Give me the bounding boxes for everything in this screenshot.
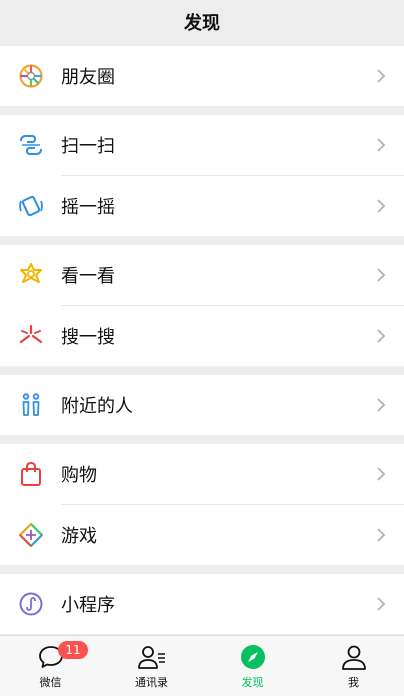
- tab-label: 微信: [39, 676, 62, 689]
- tab-label: 通讯录: [135, 676, 168, 689]
- menu-item-label: 小程序: [61, 595, 115, 616]
- menu-item-label: 附近的人: [61, 396, 133, 417]
- tab-bar: 微信 11 通讯录 发现 我: [0, 635, 404, 696]
- tab-label: 我: [348, 676, 359, 689]
- group-shopping-games: 购物 游戏: [0, 444, 404, 565]
- menu-item-scan[interactable]: 扫一扫: [0, 115, 404, 175]
- tab-discover[interactable]: 发现: [202, 636, 303, 696]
- menu-item-games[interactable]: 游戏: [0, 505, 404, 565]
- group-scan-shake: 扫一扫 摇一摇: [0, 115, 404, 236]
- contacts-icon: [137, 642, 167, 672]
- menu-item-label: 朋友圈: [61, 67, 115, 88]
- menu-item-label: 搜一搜: [61, 327, 115, 348]
- mini-programs-icon: [18, 591, 44, 617]
- group-mini-programs: 小程序: [0, 574, 404, 634]
- menu-item-top-stories[interactable]: 看一看: [0, 245, 404, 305]
- chevron-right-icon: [377, 597, 386, 611]
- top-stories-icon: [18, 262, 44, 288]
- chevron-right-icon: [377, 268, 386, 282]
- shake-icon: [18, 193, 44, 219]
- chevron-right-icon: [377, 138, 386, 152]
- page-title: 发现: [184, 13, 220, 34]
- unread-badge: 11: [58, 641, 88, 659]
- chevron-right-icon: [377, 528, 386, 542]
- group-moments: 朋友圈: [0, 46, 404, 106]
- navigation-bar: 发现: [0, 0, 404, 44]
- menu-item-label: 购物: [61, 465, 97, 486]
- chevron-right-icon: [377, 329, 386, 343]
- group-people-nearby: 附近的人: [0, 375, 404, 435]
- tab-contacts[interactable]: 通讯录: [101, 636, 202, 696]
- scan-icon: [18, 132, 44, 158]
- games-icon: [18, 522, 44, 548]
- tab-label: 发现: [241, 676, 264, 689]
- chevron-right-icon: [377, 398, 386, 412]
- people-nearby-icon: [18, 392, 44, 418]
- chevron-right-icon: [377, 69, 386, 83]
- menu-item-label: 扫一扫: [61, 136, 115, 157]
- menu-item-search[interactable]: 搜一搜: [0, 306, 404, 366]
- chevron-right-icon: [377, 199, 386, 213]
- compass-icon: [238, 642, 268, 672]
- menu-item-moments[interactable]: 朋友圈: [0, 46, 404, 106]
- tab-me[interactable]: 我: [303, 636, 404, 696]
- moments-icon: [18, 63, 44, 89]
- menu-item-people-nearby[interactable]: 附近的人: [0, 375, 404, 435]
- menu-item-shopping[interactable]: 购物: [0, 444, 404, 504]
- shopping-bag-icon: [18, 461, 44, 487]
- group-top-stories-search: 看一看 搜一搜: [0, 245, 404, 366]
- chevron-right-icon: [377, 467, 386, 481]
- menu-item-shake[interactable]: 摇一摇: [0, 176, 404, 236]
- menu-item-mini-programs[interactable]: 小程序: [0, 574, 404, 634]
- person-icon: [339, 642, 369, 672]
- tab-chats[interactable]: 微信 11: [0, 636, 101, 696]
- menu-item-label: 看一看: [61, 266, 115, 287]
- menu-item-label: 游戏: [61, 526, 97, 547]
- search-icon: [18, 323, 44, 349]
- menu-item-label: 摇一摇: [61, 197, 115, 218]
